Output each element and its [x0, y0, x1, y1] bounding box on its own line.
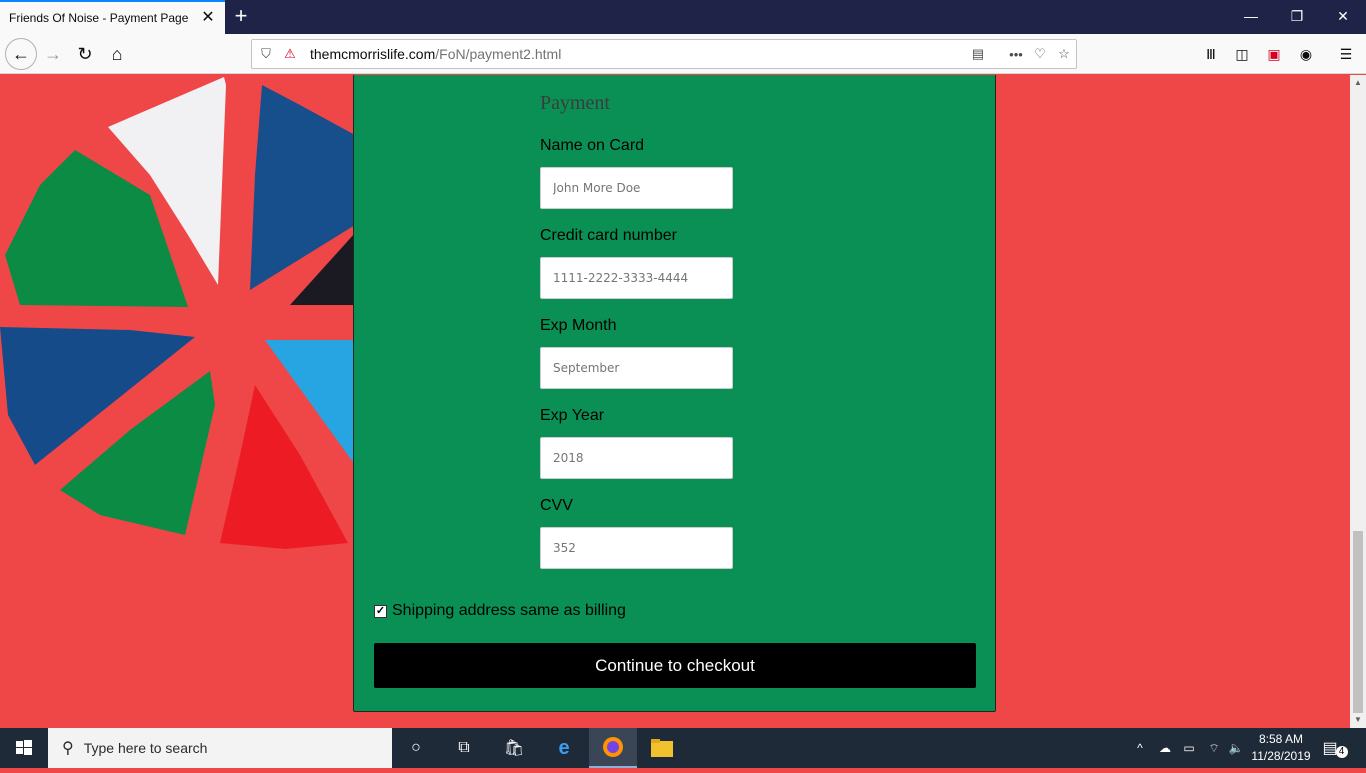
reload-icon[interactable]: ↻ — [70, 39, 100, 69]
scroll-down-icon[interactable]: ▼ — [1350, 712, 1366, 728]
url-domain: themcmorrislife.com — [310, 46, 436, 62]
edge-icon[interactable]: e — [540, 728, 588, 768]
payment-heading: Payment — [540, 92, 610, 114]
menu-icon[interactable]: ☰ — [1334, 42, 1358, 66]
forward-icon[interactable]: → — [38, 39, 68, 69]
wifi-icon[interactable]: ⌔ — [1203, 728, 1225, 768]
notification-count: 4 — [1335, 746, 1348, 758]
cortana-icon[interactable]: ○ — [392, 728, 440, 768]
account-icon[interactable]: ◉ — [1294, 42, 1318, 66]
clock-date: 11/28/2019 — [1251, 749, 1311, 763]
url-bar[interactable]: ⛉ ⚠ themcmorrislife.com/FoN/payment2.htm… — [251, 39, 1077, 69]
new-tab-icon[interactable]: + — [229, 4, 253, 30]
url-path: /FoN/payment2.html — [435, 46, 562, 62]
restore-icon[interactable]: ❐ — [1274, 0, 1320, 34]
pocket-extension-icon[interactable]: ▣ — [1262, 42, 1286, 66]
exp-year-label: Exp Year — [540, 407, 605, 424]
minimize-icon[interactable]: — — [1228, 0, 1274, 34]
volume-icon[interactable]: 🔈 — [1225, 728, 1247, 768]
show-hidden-icons[interactable]: ^ — [1132, 728, 1148, 768]
cvv-label: CVV — [540, 497, 573, 514]
bookmark-star-icon[interactable]: ☆ — [1052, 46, 1076, 62]
reader-view-icon[interactable]: ▤ — [966, 46, 990, 62]
browser-titlebar: Friends Of Noise - Payment Page ✕ + — ❐ … — [0, 0, 1366, 34]
close-tab-icon[interactable]: ✕ — [197, 7, 219, 29]
card-number-label: Credit card number — [540, 227, 677, 244]
page-content: Payment Name on Card Credit card number … — [0, 75, 1350, 728]
task-view-icon[interactable]: ⧉ — [440, 728, 488, 768]
battery-icon[interactable]: ▭ — [1178, 728, 1200, 768]
exp-year-input[interactable] — [540, 437, 733, 479]
search-icon: ⚲ — [62, 740, 74, 757]
decorative-art — [0, 77, 355, 549]
taskbar-search-text: Type here to search — [83, 740, 208, 756]
taskbar: ⚲ Type here to search ○ ⧉ 🛍 e ^ ☁ ▭ ⌔ 🔈 … — [0, 728, 1366, 768]
scroll-up-icon[interactable]: ▲ — [1350, 75, 1366, 91]
page-scrollbar[interactable]: ▲ ▼ — [1350, 75, 1366, 728]
name-on-card-input[interactable] — [540, 167, 733, 209]
same-address-label: Shipping address same as billing — [392, 602, 626, 619]
pocket-icon[interactable]: ♡ — [1028, 46, 1052, 62]
store-icon[interactable]: 🛍 — [490, 728, 538, 768]
close-window-icon[interactable]: ✕ — [1320, 0, 1366, 34]
onedrive-icon[interactable]: ☁ — [1154, 728, 1176, 768]
library-icon[interactable]: Ⅲ — [1199, 42, 1223, 66]
page-actions-icon[interactable]: ••• — [1004, 47, 1028, 62]
home-icon[interactable]: ⌂ — [102, 39, 132, 69]
same-address-row[interactable]: ✓ Shipping address same as billing — [374, 602, 626, 620]
card-number-input[interactable] — [540, 257, 733, 299]
tab-title: Friends Of Noise - Payment Page — [9, 11, 189, 25]
name-on-card-label: Name on Card — [540, 137, 645, 154]
url-text: themcmorrislife.com/FoN/payment2.html — [310, 46, 561, 62]
exp-month-input[interactable] — [540, 347, 733, 389]
sidebar-icon[interactable]: ◫ — [1230, 42, 1254, 66]
scroll-thumb[interactable] — [1353, 531, 1363, 713]
cvv-input[interactable] — [540, 527, 733, 569]
windows-start-icon[interactable] — [0, 728, 48, 768]
insecure-lock-icon[interactable]: ⚠ — [278, 46, 302, 62]
notification-center-icon[interactable]: ▤ 4 — [1320, 728, 1350, 768]
back-icon[interactable]: ← — [5, 38, 37, 70]
taskbar-clock[interactable]: 8:58 AM 11/28/2019 — [1246, 731, 1316, 765]
browser-navbar: ← → ↻ ⌂ ⛉ ⚠ themcmorrislife.com/FoN/paym… — [0, 34, 1366, 74]
exp-month-label: Exp Month — [540, 317, 617, 334]
taskbar-search-box[interactable]: ⚲ Type here to search — [48, 728, 392, 768]
file-explorer-icon[interactable] — [638, 728, 686, 768]
shield-icon[interactable]: ⛉ — [254, 46, 278, 62]
firefox-icon[interactable] — [589, 728, 637, 768]
browser-tab[interactable]: Friends Of Noise - Payment Page ✕ — [0, 0, 225, 34]
continue-checkout-button[interactable]: Continue to checkout — [374, 643, 976, 688]
clock-time: 8:58 AM — [1258, 732, 1304, 746]
payment-panel: Payment Name on Card Credit card number … — [353, 75, 996, 712]
same-address-checkbox[interactable]: ✓ — [374, 604, 387, 618]
